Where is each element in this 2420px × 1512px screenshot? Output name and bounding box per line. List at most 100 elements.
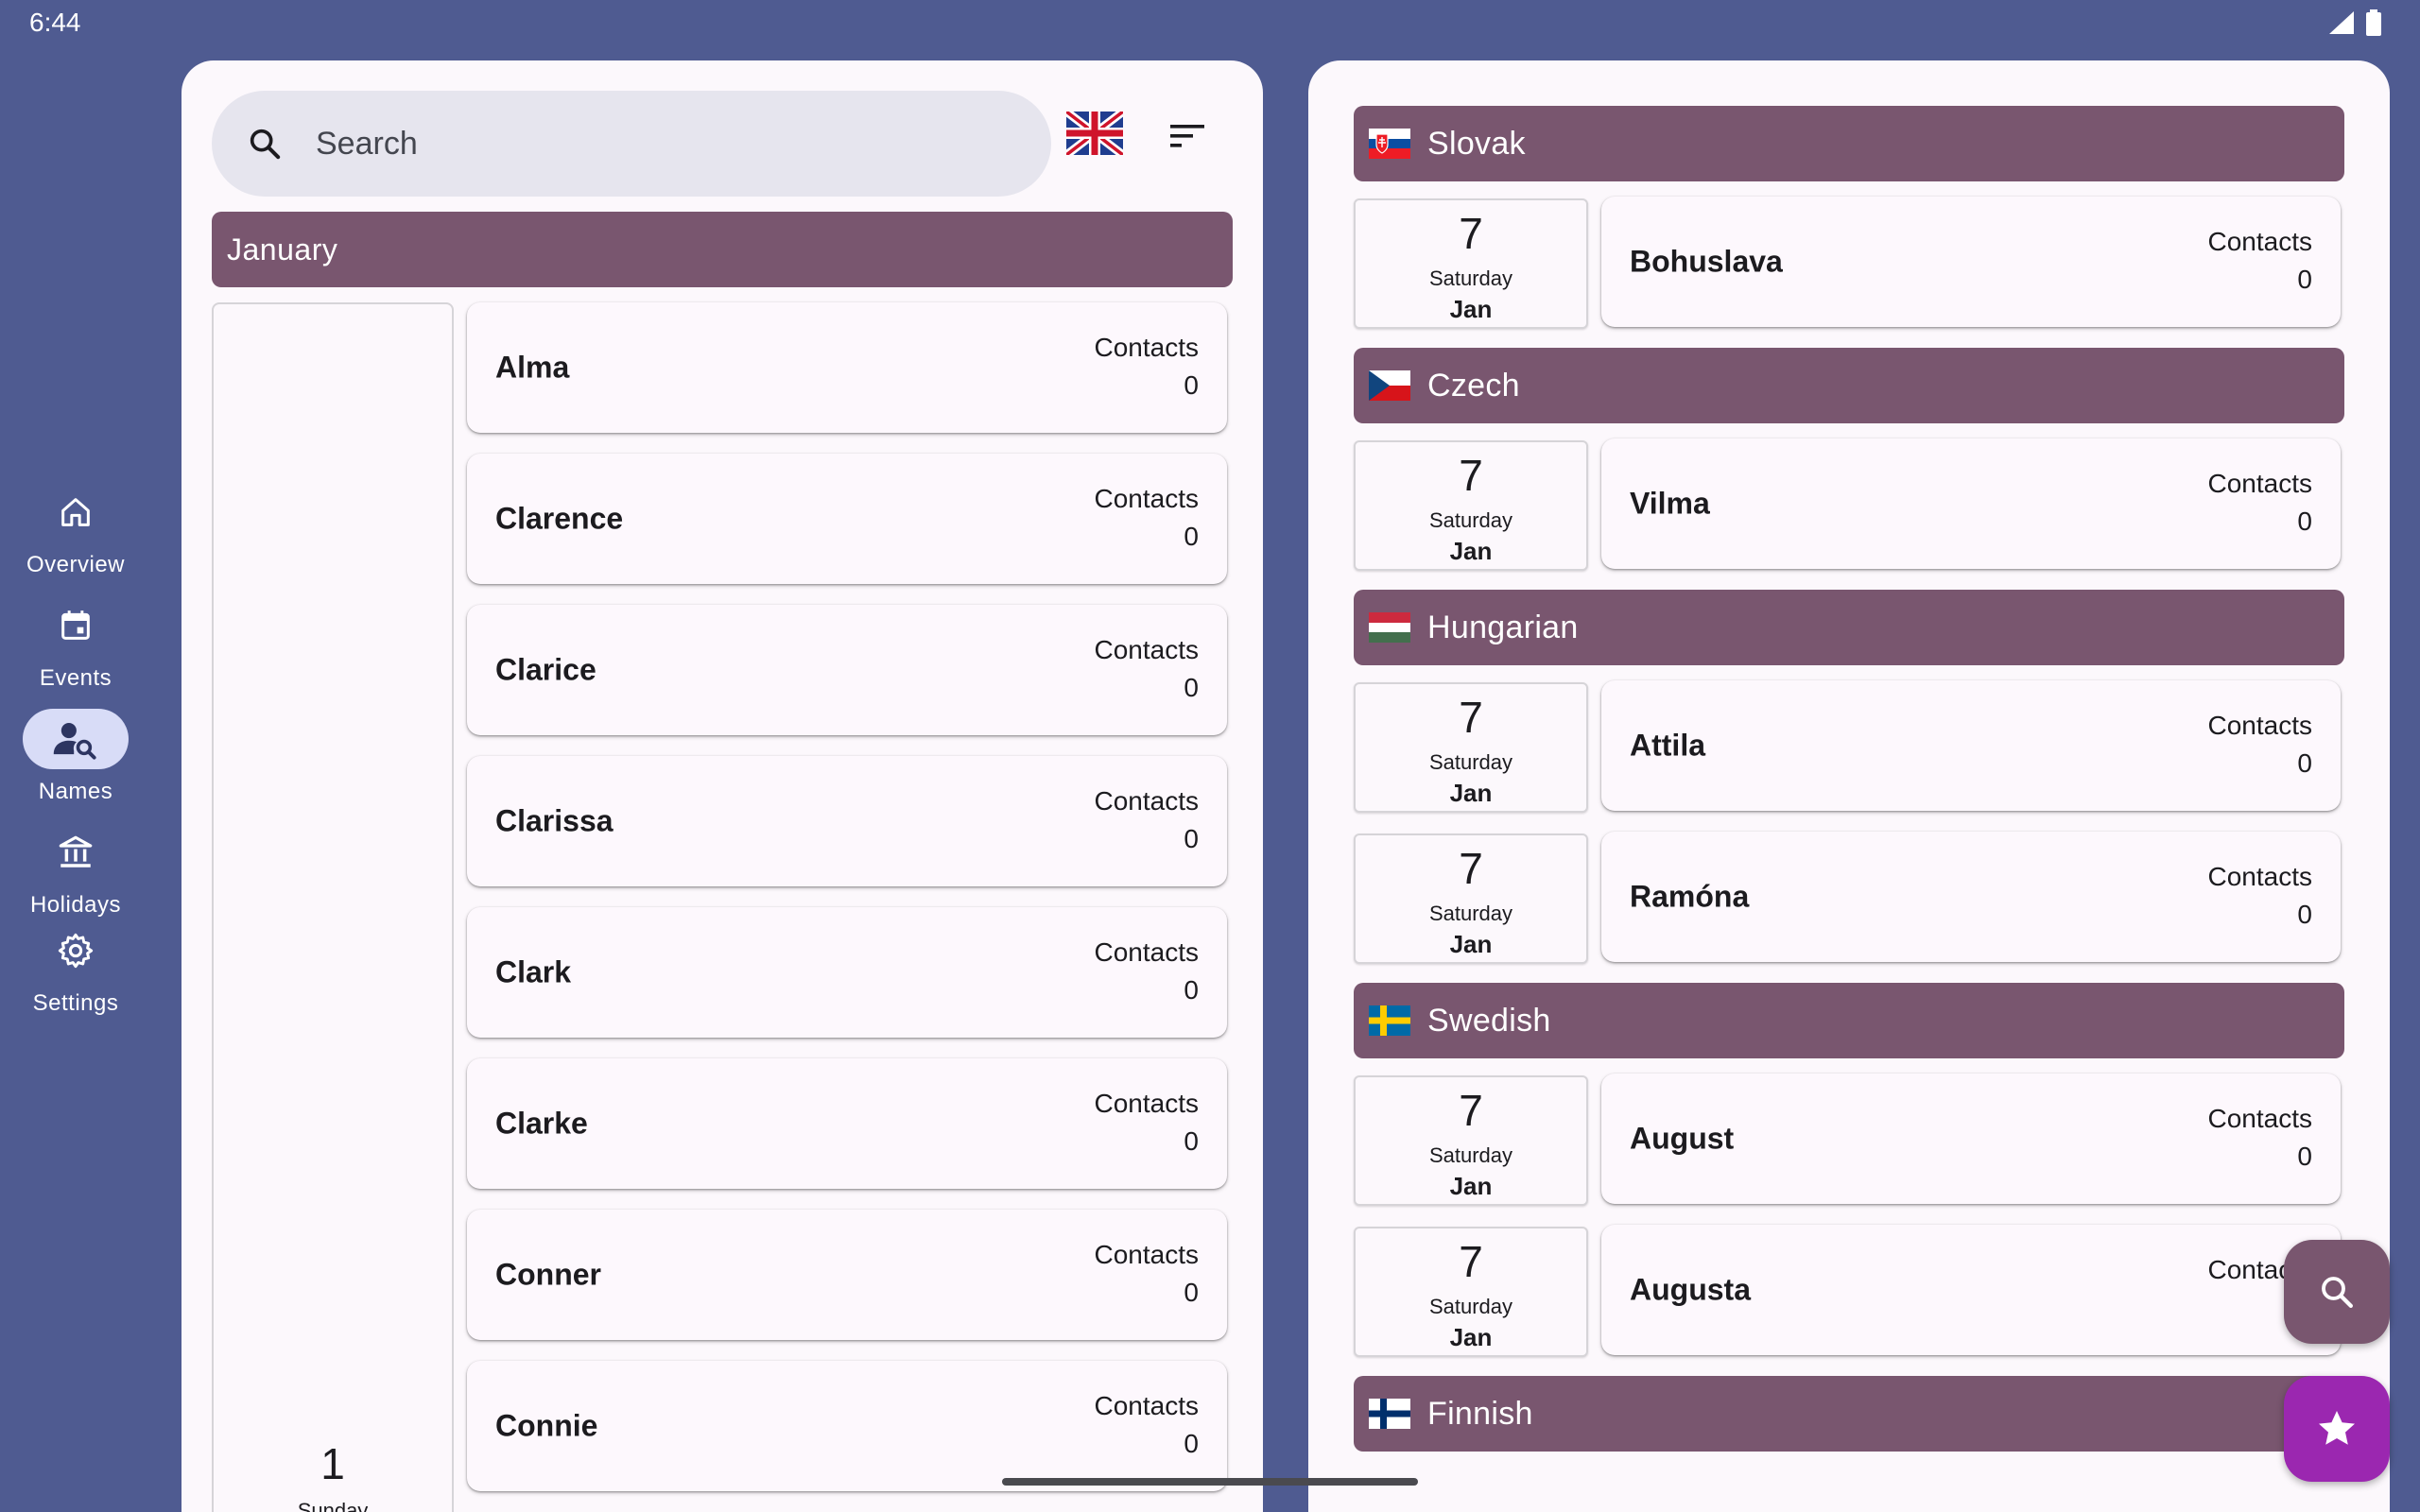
status-time: 6:44 [29, 8, 81, 38]
search-input[interactable] [314, 125, 979, 163]
date-weekday: Saturday [1356, 508, 1586, 533]
date-card: 7 Saturday Jan [1354, 682, 1588, 813]
name-label: Alma [495, 351, 569, 386]
contacts-label: Contacts [1095, 333, 1200, 363]
status-icons [2327, 9, 2382, 36]
name-label: Attila [1630, 729, 1705, 764]
name-card[interactable]: Clarice Contacts 0 [467, 605, 1227, 735]
contacts-label: Contacts [1095, 484, 1200, 514]
date-month: Jan [1356, 537, 1586, 566]
hungarian-flag-icon [1369, 612, 1410, 643]
date-day: 7 [1356, 1236, 1586, 1287]
nav-item-names[interactable]: Names [0, 709, 151, 805]
slovak-flag-icon [1369, 129, 1410, 159]
name-card[interactable]: Clarke Contacts 0 [467, 1058, 1227, 1189]
signal-icon [2327, 9, 2356, 36]
contacts-count: 0 [2297, 1142, 2312, 1172]
date-month: Jan [1356, 295, 1586, 324]
contacts-count: 0 [1184, 370, 1199, 401]
name-label: Connie [495, 1409, 597, 1444]
date-day: 7 [1356, 692, 1586, 743]
date-card: 7 Saturday Jan [1354, 1075, 1588, 1206]
contacts-count: 0 [1184, 824, 1199, 854]
name-card[interactable]: Augusta Contacts [1601, 1225, 2341, 1355]
month-header: January [212, 212, 1233, 287]
name-label: August [1630, 1122, 1734, 1157]
contacts-count: 0 [1184, 975, 1199, 1005]
month-label: January [227, 232, 337, 267]
date-card: 7 Saturday Jan [1354, 198, 1588, 329]
name-card[interactable]: Clarissa Contacts 0 [467, 756, 1227, 886]
date-weekday: Saturday [1356, 750, 1586, 775]
name-card[interactable]: Conner Contacts 0 [467, 1210, 1227, 1340]
favorites-fab[interactable] [2284, 1376, 2390, 1482]
search-fab[interactable] [2284, 1240, 2390, 1344]
date-month: Jan [1356, 779, 1586, 808]
name-card[interactable]: August Contacts 0 [1601, 1074, 2341, 1204]
name-card[interactable]: Bohuslava Contacts 0 [1601, 197, 2341, 327]
name-label: Clarence [495, 502, 623, 537]
language-flag-button[interactable] [1066, 112, 1123, 155]
search-bar[interactable] [212, 91, 1051, 197]
nav-item-events[interactable]: Events [0, 595, 151, 692]
name-days-pane: Slovak 7 Saturday Jan Bohuslava Contacts… [1308, 60, 2390, 1512]
name-card[interactable]: Clarence Contacts 0 [467, 454, 1227, 584]
person-search-icon [52, 718, 99, 760]
language-name: Czech [1427, 368, 1520, 404]
contacts-label: Contacts [1095, 786, 1200, 816]
czech-flag-icon [1369, 370, 1410, 401]
name-label: Ramóna [1630, 880, 1749, 915]
date-card: 7 Saturday Jan [1354, 833, 1588, 964]
day-weekday: Sunday [214, 1499, 452, 1512]
contacts-label: Contacts [1095, 635, 1200, 665]
name-card[interactable]: Attila Contacts 0 [1601, 680, 2341, 811]
sort-button[interactable] [1161, 110, 1214, 163]
date-day: 7 [1356, 843, 1586, 894]
language-name: Hungarian [1427, 610, 1579, 646]
contacts-label: Contacts [1095, 1089, 1200, 1119]
date-weekday: Saturday [1356, 902, 1586, 926]
nav-item-settings[interactable]: Settings [0, 920, 151, 1017]
date-card: 7 Saturday Jan [1354, 1227, 1588, 1357]
language-header-swedish: Swedish [1354, 983, 2344, 1058]
date-day: 7 [1356, 450, 1586, 501]
name-label: Clarice [495, 653, 596, 688]
star-icon [2314, 1406, 2360, 1452]
contacts-count: 0 [1184, 1278, 1199, 1308]
nav-label: Overview [26, 552, 125, 578]
contacts-count: 0 [2297, 748, 2312, 779]
name-card[interactable]: Clark Contacts 0 [467, 907, 1227, 1038]
uk-flag-icon [1066, 112, 1123, 155]
name-card[interactable]: Vilma Contacts 0 [1601, 438, 2341, 569]
contacts-count: 0 [2297, 265, 2312, 295]
search-icon [2317, 1272, 2357, 1312]
contacts-label: Contacts [1095, 1240, 1200, 1270]
gesture-handle[interactable] [1002, 1478, 1418, 1486]
date-month: Jan [1356, 1323, 1586, 1352]
day-number: 1 [214, 1438, 452, 1489]
search-icon [246, 125, 284, 163]
nav-item-overview[interactable]: Overview [0, 482, 151, 578]
name-label: Augusta [1630, 1273, 1751, 1308]
name-card[interactable]: Connie Contacts 0 [467, 1361, 1227, 1491]
name-label: Clark [495, 955, 571, 990]
contacts-label: Contacts [1095, 937, 1200, 968]
contacts-label: Contacts [1095, 1391, 1200, 1421]
contacts-count: 0 [1184, 1126, 1199, 1157]
contacts-count: 0 [2297, 507, 2312, 537]
date-day: 7 [1356, 1085, 1586, 1136]
date-card: 7 Saturday Jan [1354, 440, 1588, 571]
name-label: Conner [495, 1258, 601, 1293]
name-label: Vilma [1630, 487, 1710, 522]
nav-label: Settings [33, 990, 119, 1017]
contacts-label: Contacts [2208, 227, 2313, 257]
nav-item-holidays[interactable]: Holidays [0, 822, 151, 919]
names-list-pane: January 1 Sunday Alma Contacts 0 Clarenc… [182, 60, 1263, 1512]
name-card[interactable]: Alma Contacts 0 [467, 302, 1227, 433]
language-header-czech: Czech [1354, 348, 2344, 423]
calendar-icon [57, 607, 95, 644]
date-month: Jan [1356, 1172, 1586, 1201]
name-card[interactable]: Ramóna Contacts 0 [1601, 832, 2341, 962]
contacts-count: 0 [1184, 673, 1199, 703]
name-label: Bohuslava [1630, 245, 1783, 280]
